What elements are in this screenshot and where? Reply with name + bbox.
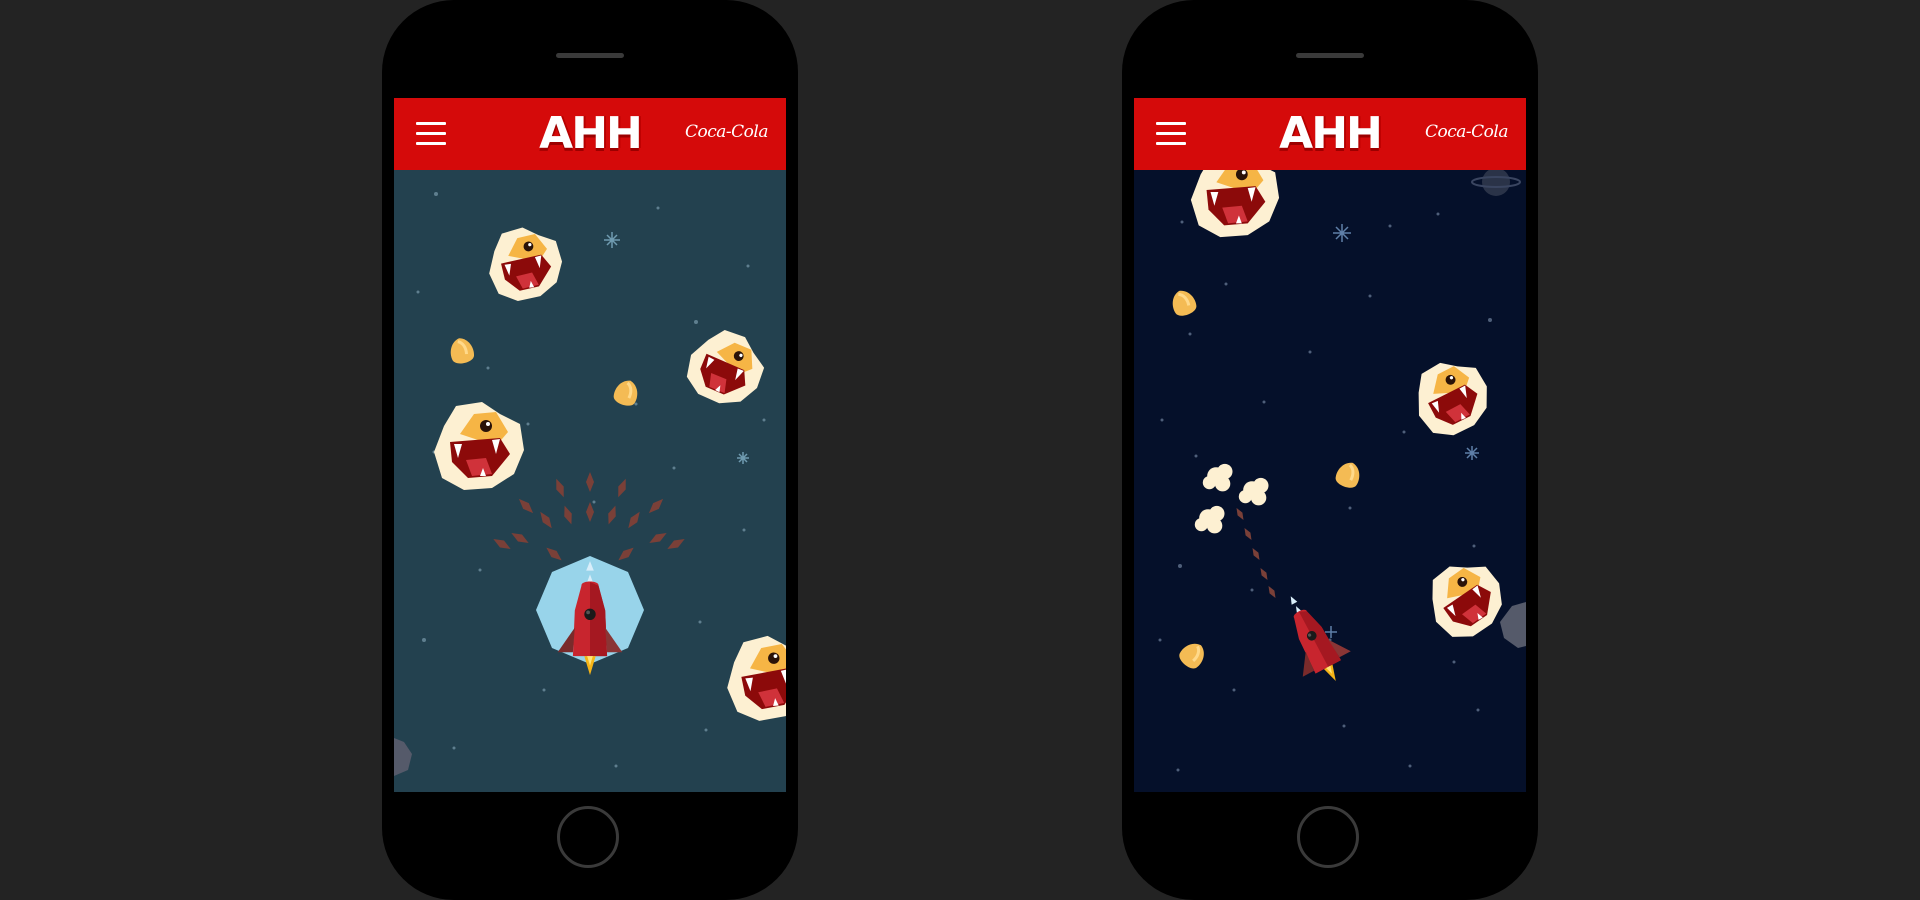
home-button[interactable] [557, 806, 619, 868]
speaker-grille [556, 53, 624, 58]
game-screen-left: AHH Coca-Cola [394, 98, 786, 792]
phone-left: AHH Coca-Cola [382, 0, 798, 900]
brand-logo: Coca-Cola [1425, 122, 1508, 142]
speaker-grille [1296, 53, 1364, 58]
app-header: AHH Coca-Cola [394, 98, 786, 170]
game-screen-right: AHH Coca-Cola [1134, 98, 1526, 792]
home-button[interactable] [1297, 806, 1359, 868]
game-canvas[interactable] [1134, 170, 1526, 792]
game-canvas[interactable] [394, 170, 786, 792]
app-header: AHH Coca-Cola [1134, 98, 1526, 170]
brand-logo: Coca-Cola [685, 122, 768, 142]
space-background [1134, 170, 1526, 792]
phone-right: AHH Coca-Cola [1122, 0, 1538, 900]
